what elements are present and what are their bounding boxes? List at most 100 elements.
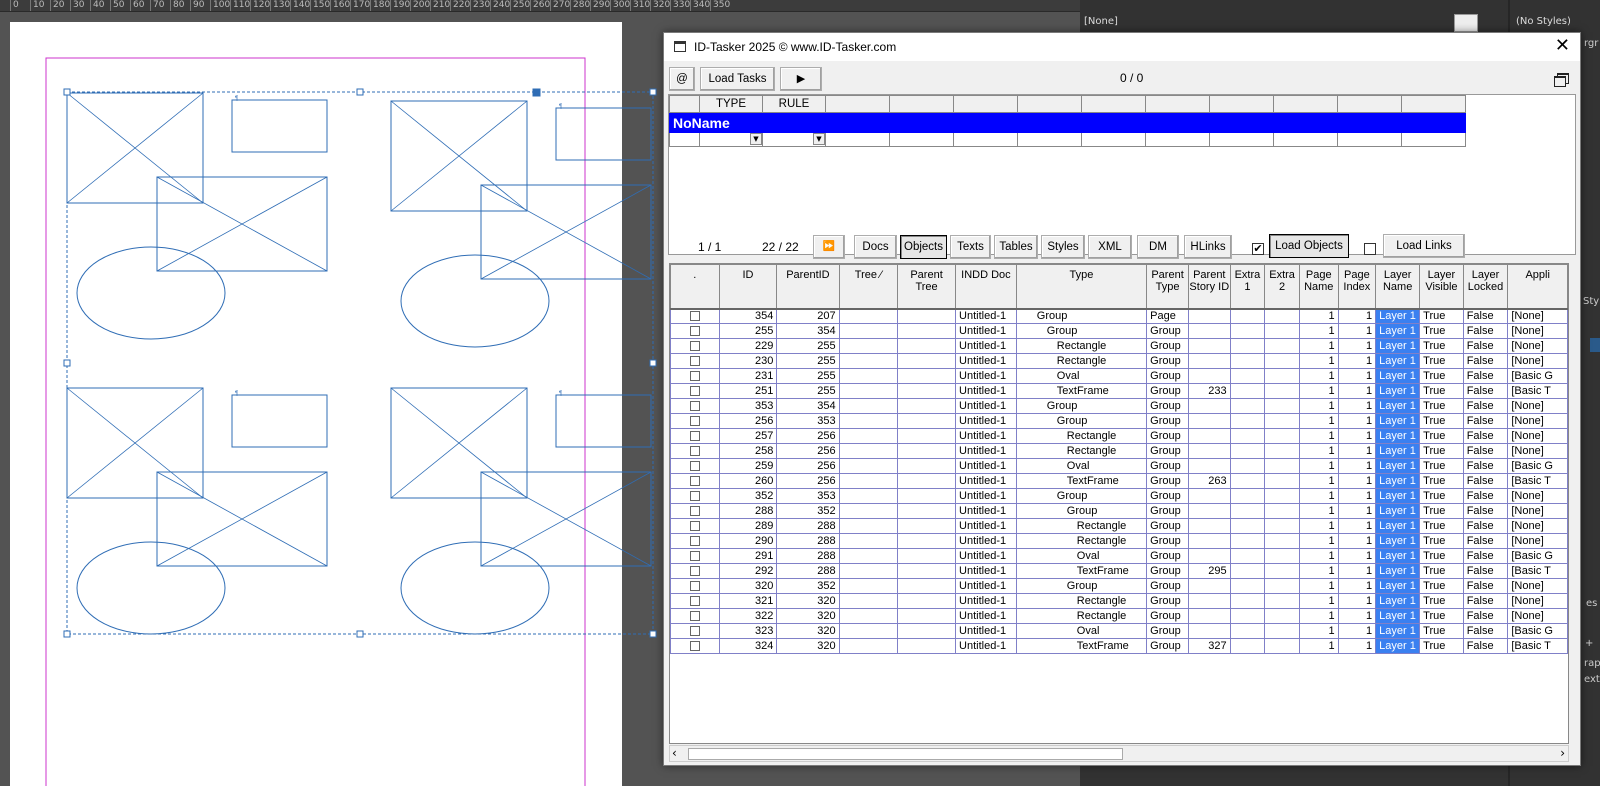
chevron-down-icon[interactable]: ▼	[813, 133, 825, 145]
row-parent-id-cell[interactable]: 256	[776, 473, 840, 489]
row-indd-doc-cell[interactable]: Untitled-1	[955, 533, 1017, 549]
row-extra2-cell[interactable]	[1264, 413, 1300, 429]
row-parent-tree-cell[interactable]	[897, 368, 957, 384]
row-id-cell[interactable]: 353	[718, 398, 778, 414]
row-indd-doc-cell[interactable]: Untitled-1	[955, 578, 1017, 594]
row-type-cell[interactable]: Rectangle	[1015, 518, 1148, 534]
row-page-name-cell[interactable]: 1	[1298, 413, 1339, 429]
row-indd-doc-cell[interactable]: Untitled-1	[955, 368, 1017, 384]
row-parent-tree-cell[interactable]	[897, 398, 957, 414]
row-layer-visible-cell[interactable]: True	[1419, 548, 1464, 564]
row-page-index-cell[interactable]: 1	[1337, 308, 1377, 324]
row-id-cell[interactable]: 354	[718, 308, 778, 324]
row-applied-style-cell[interactable]: [None]	[1507, 308, 1568, 324]
row-layer-visible-cell[interactable]: True	[1419, 623, 1464, 639]
row-type-cell[interactable]: Group	[1015, 323, 1148, 339]
row-layer-name-cell[interactable]: Layer 1	[1375, 623, 1421, 639]
table-row[interactable]: 257 256 Untitled-1 Rectangle Group 1 1 Layer 1T…	[670, 428, 1568, 444]
row-id-cell[interactable]: 255	[718, 323, 778, 339]
row-select-checkbox[interactable]	[670, 488, 720, 504]
row-layer-locked-cell[interactable]: False	[1462, 428, 1509, 444]
grid-column-header[interactable]: ID	[718, 264, 778, 310]
row-story-id-cell[interactable]	[1187, 503, 1231, 519]
row-story-id-cell[interactable]	[1187, 488, 1231, 504]
row-layer-locked-cell[interactable]: False	[1462, 563, 1509, 579]
row-layer-locked-cell[interactable]: False	[1462, 488, 1509, 504]
checkbox[interactable]	[689, 520, 700, 531]
row-layer-visible-cell[interactable]: True	[1419, 353, 1464, 369]
row-story-id-cell[interactable]	[1187, 398, 1231, 414]
row-select-checkbox[interactable]	[670, 548, 720, 564]
grid-column-header[interactable]: Parent Story ID	[1187, 264, 1231, 310]
row-indd-doc-cell[interactable]: Untitled-1	[955, 503, 1017, 519]
task-cell[interactable]	[1273, 132, 1338, 147]
grid-column-header[interactable]: Appli	[1507, 264, 1568, 310]
row-type-cell[interactable]: Oval	[1015, 548, 1148, 564]
row-parent-id-cell[interactable]: 256	[776, 458, 840, 474]
row-parent-id-cell[interactable]: 320	[776, 608, 840, 624]
row-extra2-cell[interactable]	[1264, 323, 1300, 339]
row-select-checkbox[interactable]	[670, 338, 720, 354]
row-extra2-cell[interactable]	[1264, 533, 1300, 549]
row-extra2-cell[interactable]	[1264, 368, 1300, 384]
row-page-index-cell[interactable]: 1	[1337, 353, 1377, 369]
row-parent-type-cell[interactable]: Group	[1146, 593, 1189, 609]
table-row[interactable]: 256 353 Untitled-1 Group Group 1 1 Layer 1 True F…	[670, 413, 1568, 429]
row-story-id-cell[interactable]	[1187, 623, 1231, 639]
row-tree-cell[interactable]	[838, 593, 899, 609]
row-extra1-cell[interactable]	[1229, 458, 1266, 474]
row-select-checkbox[interactable]	[670, 563, 720, 579]
row-layer-locked-cell[interactable]: False	[1462, 443, 1509, 459]
row-parent-type-cell[interactable]: Group	[1146, 338, 1189, 354]
row-select-checkbox[interactable]	[670, 383, 720, 399]
row-parent-type-cell[interactable]: Group	[1146, 368, 1189, 384]
row-parent-type-cell[interactable]: Group	[1146, 503, 1189, 519]
row-extra2-cell[interactable]	[1264, 488, 1300, 504]
checkbox[interactable]	[689, 625, 700, 636]
table-row[interactable]: 323 320 Untitled-1 Oval Group 1 1 Layer 1 True Fa…	[670, 623, 1568, 639]
row-extra1-cell[interactable]	[1229, 563, 1266, 579]
row-story-id-cell[interactable]	[1187, 368, 1231, 384]
table-row[interactable]: 321 320 Untitled-1 Rectangle Group 1 1 Layer 1T…	[670, 593, 1568, 609]
row-extra2-cell[interactable]	[1264, 428, 1300, 444]
row-tree-cell[interactable]	[838, 398, 899, 414]
checkbox[interactable]	[689, 385, 700, 396]
row-parent-type-cell[interactable]: Group	[1146, 548, 1189, 564]
row-layer-locked-cell[interactable]: False	[1462, 578, 1509, 594]
row-layer-visible-cell[interactable]: True	[1419, 443, 1464, 459]
task-cell[interactable]	[1017, 132, 1082, 147]
row-parent-id-cell[interactable]: 288	[776, 548, 840, 564]
task-col-header[interactable]	[1401, 95, 1466, 113]
row-layer-locked-cell[interactable]: False	[1462, 458, 1509, 474]
row-type-cell[interactable]: Group	[1015, 413, 1148, 429]
row-type-cell[interactable]: Rectangle	[1015, 353, 1148, 369]
row-parent-id-cell[interactable]: 256	[776, 428, 840, 444]
row-applied-style-cell[interactable]: [Basic G	[1507, 623, 1568, 639]
row-indd-doc-cell[interactable]: Untitled-1	[955, 383, 1017, 399]
row-tree-cell[interactable]	[838, 338, 899, 354]
row-parent-id-cell[interactable]: 354	[776, 398, 840, 414]
row-page-name-cell[interactable]: 1	[1298, 308, 1339, 324]
tab-docs[interactable]: Docs	[854, 235, 897, 259]
row-tree-cell[interactable]	[838, 473, 899, 489]
row-id-cell[interactable]: 291	[718, 548, 778, 564]
row-tree-cell[interactable]	[838, 563, 899, 579]
row-layer-name-cell[interactable]: Layer 1	[1375, 503, 1421, 519]
table-row[interactable]: 260 256 Untitled-1 TextFrame Group 263 1 1 Layer…	[670, 473, 1568, 489]
table-row[interactable]: 230 255 Untitled-1 Rectangle Group 1 1 Layer 1T…	[670, 353, 1568, 369]
row-parent-id-cell[interactable]: 255	[776, 338, 840, 354]
row-tree-cell[interactable]	[838, 413, 899, 429]
row-parent-tree-cell[interactable]	[897, 473, 957, 489]
grid-column-header[interactable]: Page Name	[1298, 264, 1339, 310]
grid-column-header[interactable]: INDD Doc	[955, 264, 1017, 310]
row-page-name-cell[interactable]: 1	[1298, 323, 1339, 339]
row-layer-locked-cell[interactable]: False	[1462, 518, 1509, 534]
task-col-header[interactable]	[953, 95, 1018, 113]
row-parent-tree-cell[interactable]	[897, 578, 957, 594]
row-select-checkbox[interactable]	[670, 533, 720, 549]
row-extra1-cell[interactable]	[1229, 473, 1266, 489]
row-layer-locked-cell[interactable]: False	[1462, 473, 1509, 489]
task-col-header[interactable]	[1081, 95, 1146, 113]
task-col-header[interactable]	[889, 95, 954, 113]
tab-styles[interactable]: Styles	[1041, 235, 1085, 259]
